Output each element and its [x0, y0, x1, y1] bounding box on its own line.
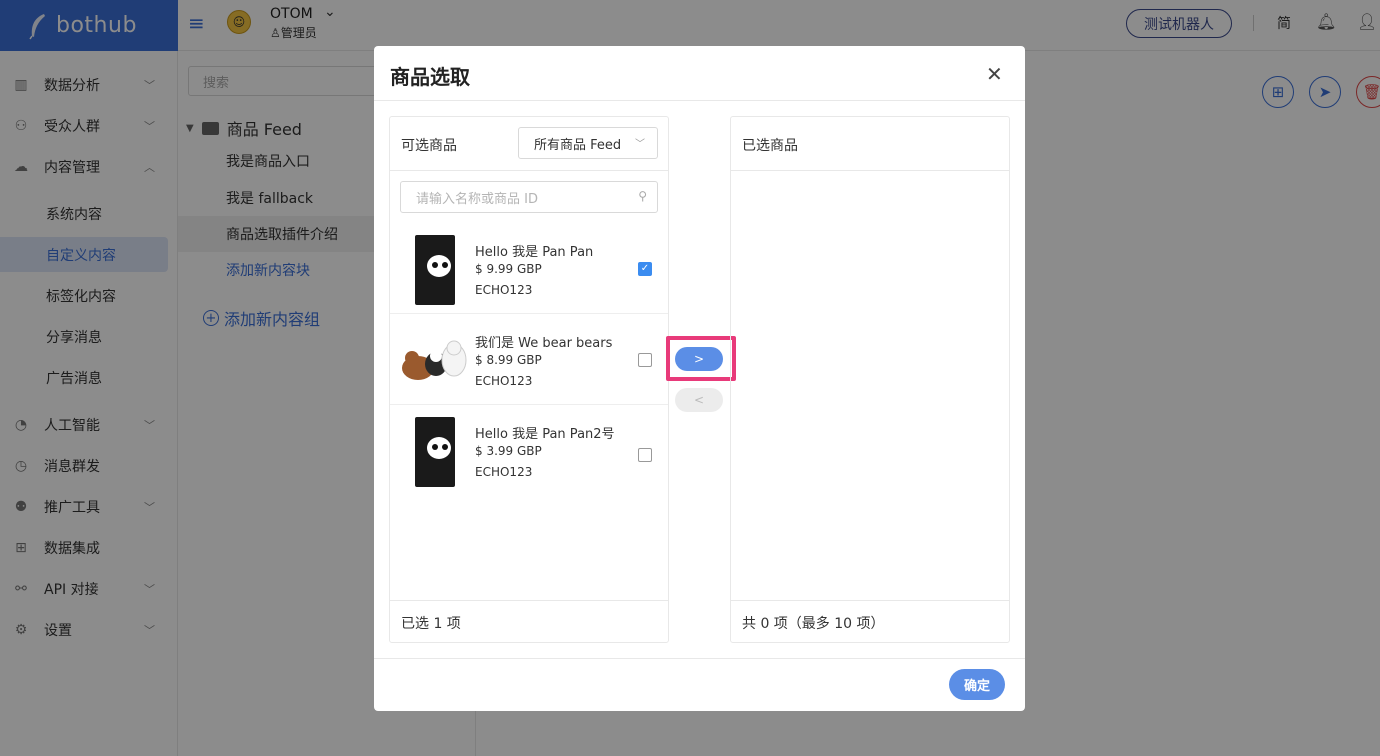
product-picker-modal: 商品选取 ✕ 可选商品 所有商品 Feed ﹀ 请输入名称或商品 ID ⚲ He… [374, 46, 1025, 711]
feed-select-value: 所有商品 Feed [534, 137, 622, 153]
panda-eye [432, 444, 438, 450]
selected-products-panel: 已选商品 共 0 项（最多 10 项） [730, 116, 1010, 643]
chevron-down-icon: ﹀ [635, 139, 645, 150]
total-count: 共 0 项（最多 10 项） [742, 616, 885, 632]
product-item[interactable]: Hello 我是 Pan Pan $ 9.99 GBP ECHO123 ✓ [390, 223, 668, 314]
search-placeholder: 请输入名称或商品 ID [416, 191, 538, 207]
product-thumbnail [415, 417, 455, 487]
available-products-panel: 可选商品 所有商品 Feed ﹀ 请输入名称或商品 ID ⚲ Hello 我是 … [389, 116, 669, 643]
panel-title: 已选商品 [742, 138, 798, 154]
panda-eye [442, 262, 448, 268]
product-price: $ 3.99 GBP [475, 444, 542, 458]
product-checkbox[interactable] [638, 353, 652, 367]
panda-eye [442, 444, 448, 450]
product-sku: ECHO123 [475, 283, 533, 297]
feed-select[interactable]: 所有商品 Feed ﹀ [518, 127, 658, 159]
product-thumbnail [415, 235, 455, 305]
panel-footer: 已选 1 项 [390, 600, 668, 643]
product-name: 我们是 We bear bears [475, 336, 613, 351]
product-price: $ 8.99 GBP [475, 353, 542, 367]
panda-eye [432, 262, 438, 268]
selected-count: 已选 1 项 [401, 616, 461, 632]
product-name: Hello 我是 Pan Pan2号 [475, 427, 615, 442]
close-icon[interactable]: ✕ [986, 62, 1003, 86]
search-icon: ⚲ [638, 189, 647, 203]
move-right-button[interactable]: > [675, 347, 723, 371]
product-item[interactable]: 我们是 We bear bears $ 8.99 GBP ECHO123 [390, 314, 668, 405]
product-name: Hello 我是 Pan Pan [475, 245, 594, 260]
product-checkbox[interactable] [638, 448, 652, 462]
panel-title: 可选商品 [401, 138, 457, 154]
modal-title: 商品选取 [390, 65, 470, 89]
panel-header: 可选商品 所有商品 Feed ﹀ [390, 117, 668, 171]
product-item[interactable]: Hello 我是 Pan Pan2号 $ 3.99 GBP ECHO123 [390, 405, 668, 496]
move-left-button[interactable]: < [675, 388, 723, 412]
product-sku: ECHO123 [475, 374, 533, 388]
modal-header: 商品选取 ✕ [374, 46, 1025, 101]
bears-thumbnail [402, 340, 467, 380]
panel-footer: 共 0 项（最多 10 项） [731, 600, 1009, 643]
product-price: $ 9.99 GBP [475, 262, 542, 276]
confirm-button[interactable]: 确定 [949, 669, 1005, 700]
product-search-input[interactable]: 请输入名称或商品 ID ⚲ [400, 181, 658, 213]
product-sku: ECHO123 [475, 465, 533, 479]
modal-footer: 确定 [374, 658, 1025, 711]
product-checkbox[interactable]: ✓ [638, 262, 652, 276]
panel-header: 已选商品 [731, 117, 1009, 171]
